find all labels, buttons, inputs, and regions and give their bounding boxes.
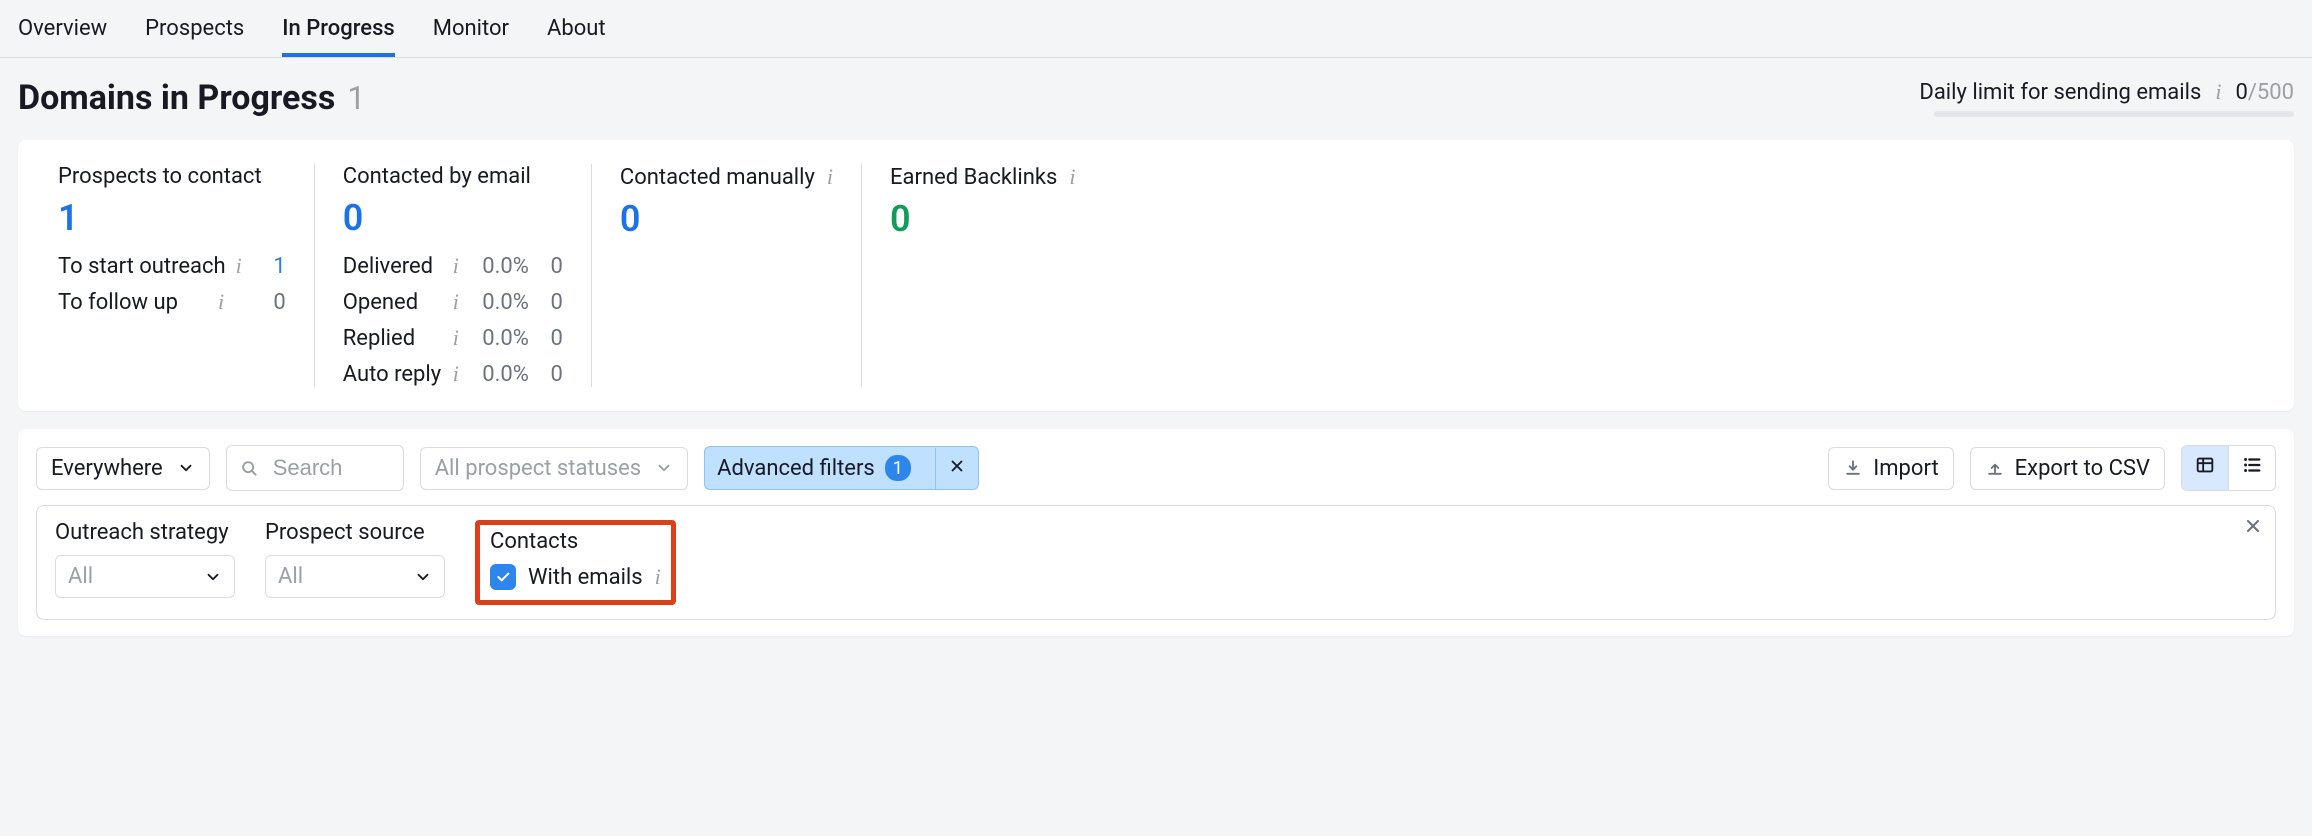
info-icon[interactable]: i bbox=[453, 253, 459, 279]
advanced-filters-label: Advanced filters bbox=[717, 456, 875, 481]
sub-pct: 0.0% bbox=[469, 254, 529, 279]
chevron-down-icon bbox=[655, 459, 673, 477]
daily-limit-progress bbox=[1934, 111, 2294, 117]
tab-in-progress[interactable]: In Progress bbox=[282, 10, 394, 57]
sub-pct: 0.0% bbox=[469, 326, 529, 351]
contacts-label: Contacts bbox=[490, 529, 661, 554]
close-icon bbox=[948, 457, 966, 475]
daily-limit-max: /500 bbox=[2248, 80, 2294, 105]
outreach-strategy-value: All bbox=[68, 564, 93, 589]
page-title-count: 1 bbox=[347, 79, 365, 117]
outreach-strategy-label: Outreach strategy bbox=[55, 520, 235, 545]
advanced-filters-count: 1 bbox=[885, 455, 911, 481]
chevron-down-icon bbox=[414, 568, 432, 586]
with-emails-label: With emails bbox=[528, 565, 643, 590]
prospect-source-label: Prospect source bbox=[265, 520, 445, 545]
daily-limit-current: 0 bbox=[2235, 80, 2247, 105]
download-icon bbox=[1843, 458, 1863, 478]
stat-value-manual[interactable]: 0 bbox=[620, 198, 833, 240]
search-icon bbox=[239, 458, 259, 478]
page-title: Domains in Progress bbox=[18, 78, 335, 118]
tab-overview[interactable]: Overview bbox=[18, 10, 107, 57]
view-table[interactable] bbox=[2182, 446, 2229, 490]
outreach-strategy-select[interactable]: All bbox=[55, 555, 235, 598]
view-toggle bbox=[2181, 445, 2276, 491]
info-icon[interactable]: i bbox=[1069, 164, 1075, 190]
status-placeholder: All prospect statuses bbox=[435, 456, 641, 481]
status-dropdown[interactable]: All prospect statuses bbox=[420, 447, 688, 490]
tab-about[interactable]: About bbox=[547, 10, 606, 57]
sub-count: 0 bbox=[539, 290, 563, 315]
contacts-filter-highlight: Contacts With emails i bbox=[475, 520, 676, 605]
info-icon[interactable]: i bbox=[453, 325, 459, 351]
sub-count: 0 bbox=[262, 290, 286, 315]
info-icon[interactable]: i bbox=[236, 253, 242, 279]
stat-value-earned[interactable]: 0 bbox=[890, 198, 2254, 240]
stat-value-emailed[interactable]: 0 bbox=[343, 197, 563, 239]
check-icon bbox=[495, 569, 511, 585]
sub-count: 0 bbox=[539, 362, 563, 387]
advanced-filters-chip[interactable]: Advanced filters 1 bbox=[704, 446, 979, 490]
stat-value-prospects[interactable]: 1 bbox=[58, 197, 286, 239]
stat-title-prospects: Prospects to contact bbox=[58, 164, 262, 189]
sub-count: 0 bbox=[539, 254, 563, 279]
list-icon bbox=[2241, 454, 2263, 476]
import-button[interactable]: Import bbox=[1828, 447, 1953, 490]
table-icon bbox=[2194, 454, 2216, 476]
daily-limit-label: Daily limit for sending emails bbox=[1919, 80, 2201, 105]
sub-pct: 0.0% bbox=[469, 290, 529, 315]
sub-label: Opened bbox=[343, 290, 443, 315]
close-icon bbox=[2243, 516, 2263, 536]
prospect-source-select[interactable]: All bbox=[265, 555, 445, 598]
export-button[interactable]: Export to CSV bbox=[1970, 447, 2165, 490]
advanced-filters-clear[interactable] bbox=[935, 448, 978, 489]
info-icon[interactable]: i bbox=[453, 361, 459, 387]
sub-count[interactable]: 1 bbox=[262, 254, 286, 279]
sub-count: 0 bbox=[539, 326, 563, 351]
sub-label: To follow up bbox=[58, 290, 208, 315]
search-input[interactable] bbox=[271, 454, 391, 482]
filters-panel-close[interactable] bbox=[2243, 516, 2263, 542]
info-icon[interactable]: i bbox=[218, 289, 224, 315]
scope-value: Everywhere bbox=[51, 456, 163, 481]
upload-icon bbox=[1985, 458, 2005, 478]
info-icon[interactable]: i bbox=[827, 164, 833, 190]
top-tabs: Overview Prospects In Progress Monitor A… bbox=[0, 0, 2312, 58]
tab-monitor[interactable]: Monitor bbox=[433, 10, 509, 57]
filter-bar: Everywhere All prospect statuses Advance… bbox=[18, 429, 2294, 636]
scope-dropdown[interactable]: Everywhere bbox=[36, 447, 210, 490]
export-label: Export to CSV bbox=[2015, 456, 2150, 481]
search-input-wrap[interactable] bbox=[226, 445, 404, 491]
info-icon[interactable]: i bbox=[2215, 79, 2221, 105]
info-icon[interactable]: i bbox=[453, 289, 459, 315]
stats-card: Prospects to contact 1 To start outreach… bbox=[18, 140, 2294, 411]
sub-label: Delivered bbox=[343, 254, 443, 279]
stat-title-earned: Earned Backlinks bbox=[890, 165, 1057, 190]
sub-label: Replied bbox=[343, 326, 443, 351]
sub-label: Auto reply bbox=[343, 362, 443, 387]
stat-title-emailed: Contacted by email bbox=[343, 164, 531, 189]
chevron-down-icon bbox=[177, 459, 195, 477]
import-label: Import bbox=[1873, 456, 1938, 481]
sub-pct: 0.0% bbox=[469, 362, 529, 387]
tab-prospects[interactable]: Prospects bbox=[145, 10, 244, 57]
sub-label: To start outreach bbox=[58, 254, 226, 279]
filters-panel: Outreach strategy All Prospect source Al… bbox=[36, 505, 2276, 620]
prospect-source-value: All bbox=[278, 564, 303, 589]
stat-title-manual: Contacted manually bbox=[620, 165, 815, 190]
chevron-down-icon bbox=[204, 568, 222, 586]
view-list[interactable] bbox=[2229, 446, 2275, 490]
with-emails-checkbox[interactable] bbox=[490, 564, 516, 590]
info-icon[interactable]: i bbox=[655, 564, 661, 590]
